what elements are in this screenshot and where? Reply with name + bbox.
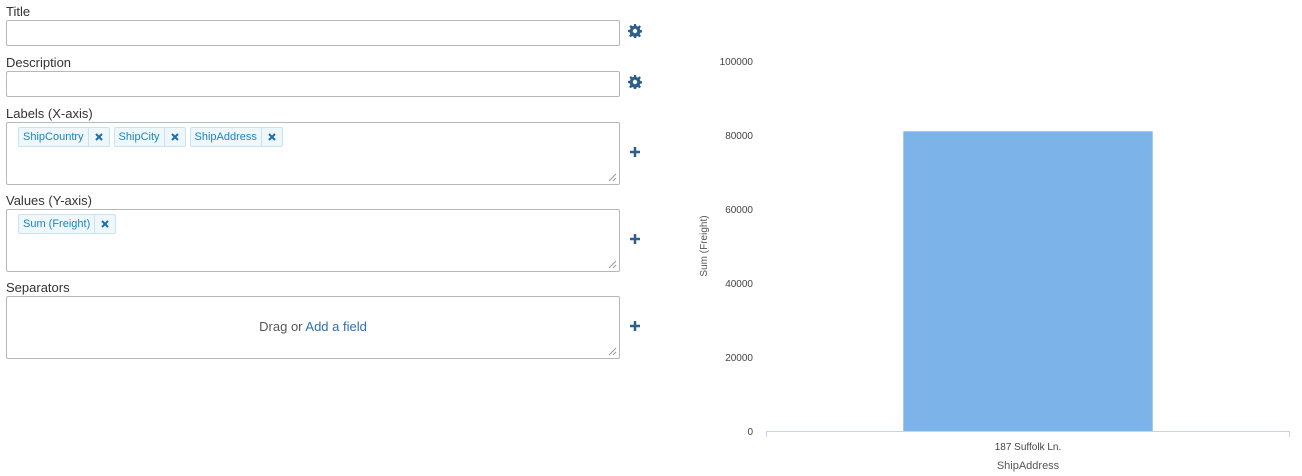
y-tick-label: 60000: [725, 205, 753, 216]
plus-icon[interactable]: [628, 145, 642, 159]
separators-dropzone[interactable]: Drag or Add a field: [6, 296, 620, 359]
chip-label: ShipAddress: [194, 131, 257, 143]
resize-handle-icon[interactable]: [608, 173, 617, 182]
bar: [903, 131, 1153, 432]
title-label: Title: [6, 4, 31, 19]
chip-label: ShipCity: [118, 131, 160, 143]
description-label: Description: [6, 55, 72, 70]
y-tick-label: 40000: [725, 279, 753, 290]
chip-shipaddress: ShipAddress: [189, 127, 283, 147]
remove-icon[interactable]: [94, 215, 115, 233]
values-axis-label: Values (Y-axis): [6, 193, 92, 208]
y-tick-label: 20000: [725, 353, 753, 364]
chip-label: Sum (Freight): [23, 218, 91, 230]
plus-icon[interactable]: [628, 319, 642, 333]
chip-shipcountry: ShipCountry: [18, 127, 110, 147]
y-axis-title: Sum (Freight): [699, 215, 710, 276]
chip-shipcity: ShipCity: [113, 127, 186, 147]
drop-hint-text: Drag or: [259, 319, 306, 334]
add-field-link[interactable]: Add a field: [305, 319, 366, 334]
drop-hint: Drag or Add a field: [7, 319, 619, 334]
gear-icon[interactable]: [628, 75, 643, 90]
separators-label: Separators: [6, 280, 70, 295]
chip-sum-freight: Sum (Freight): [18, 214, 117, 234]
x-axis-title: ShipAddress: [997, 460, 1060, 472]
plus-icon[interactable]: [628, 232, 642, 246]
remove-icon[interactable]: [260, 128, 282, 146]
y-tick-label: 100000: [720, 57, 754, 68]
x-tick-label: 187 Suffolk Ln.: [995, 442, 1062, 453]
y-tick-label: 0: [747, 427, 753, 438]
remove-icon[interactable]: [87, 128, 109, 146]
gear-icon[interactable]: [628, 24, 643, 39]
description-input[interactable]: [6, 71, 620, 97]
chip-label: ShipCountry: [23, 131, 84, 143]
labels-axis-label: Labels (X-axis): [6, 106, 93, 121]
labels-dropzone[interactable]: ShipCountry ShipCity ShipAddress: [6, 122, 620, 185]
y-tick-label: 80000: [725, 131, 753, 142]
remove-icon[interactable]: [163, 128, 185, 146]
resize-handle-icon[interactable]: [608, 347, 617, 356]
title-input[interactable]: [6, 20, 620, 46]
resize-handle-icon[interactable]: [608, 260, 617, 269]
values-dropzone[interactable]: Sum (Freight): [6, 209, 620, 272]
bar-chart: 0 20000 40000 60000 80000 100000 Sum (Freight)…: [699, 57, 1290, 472]
